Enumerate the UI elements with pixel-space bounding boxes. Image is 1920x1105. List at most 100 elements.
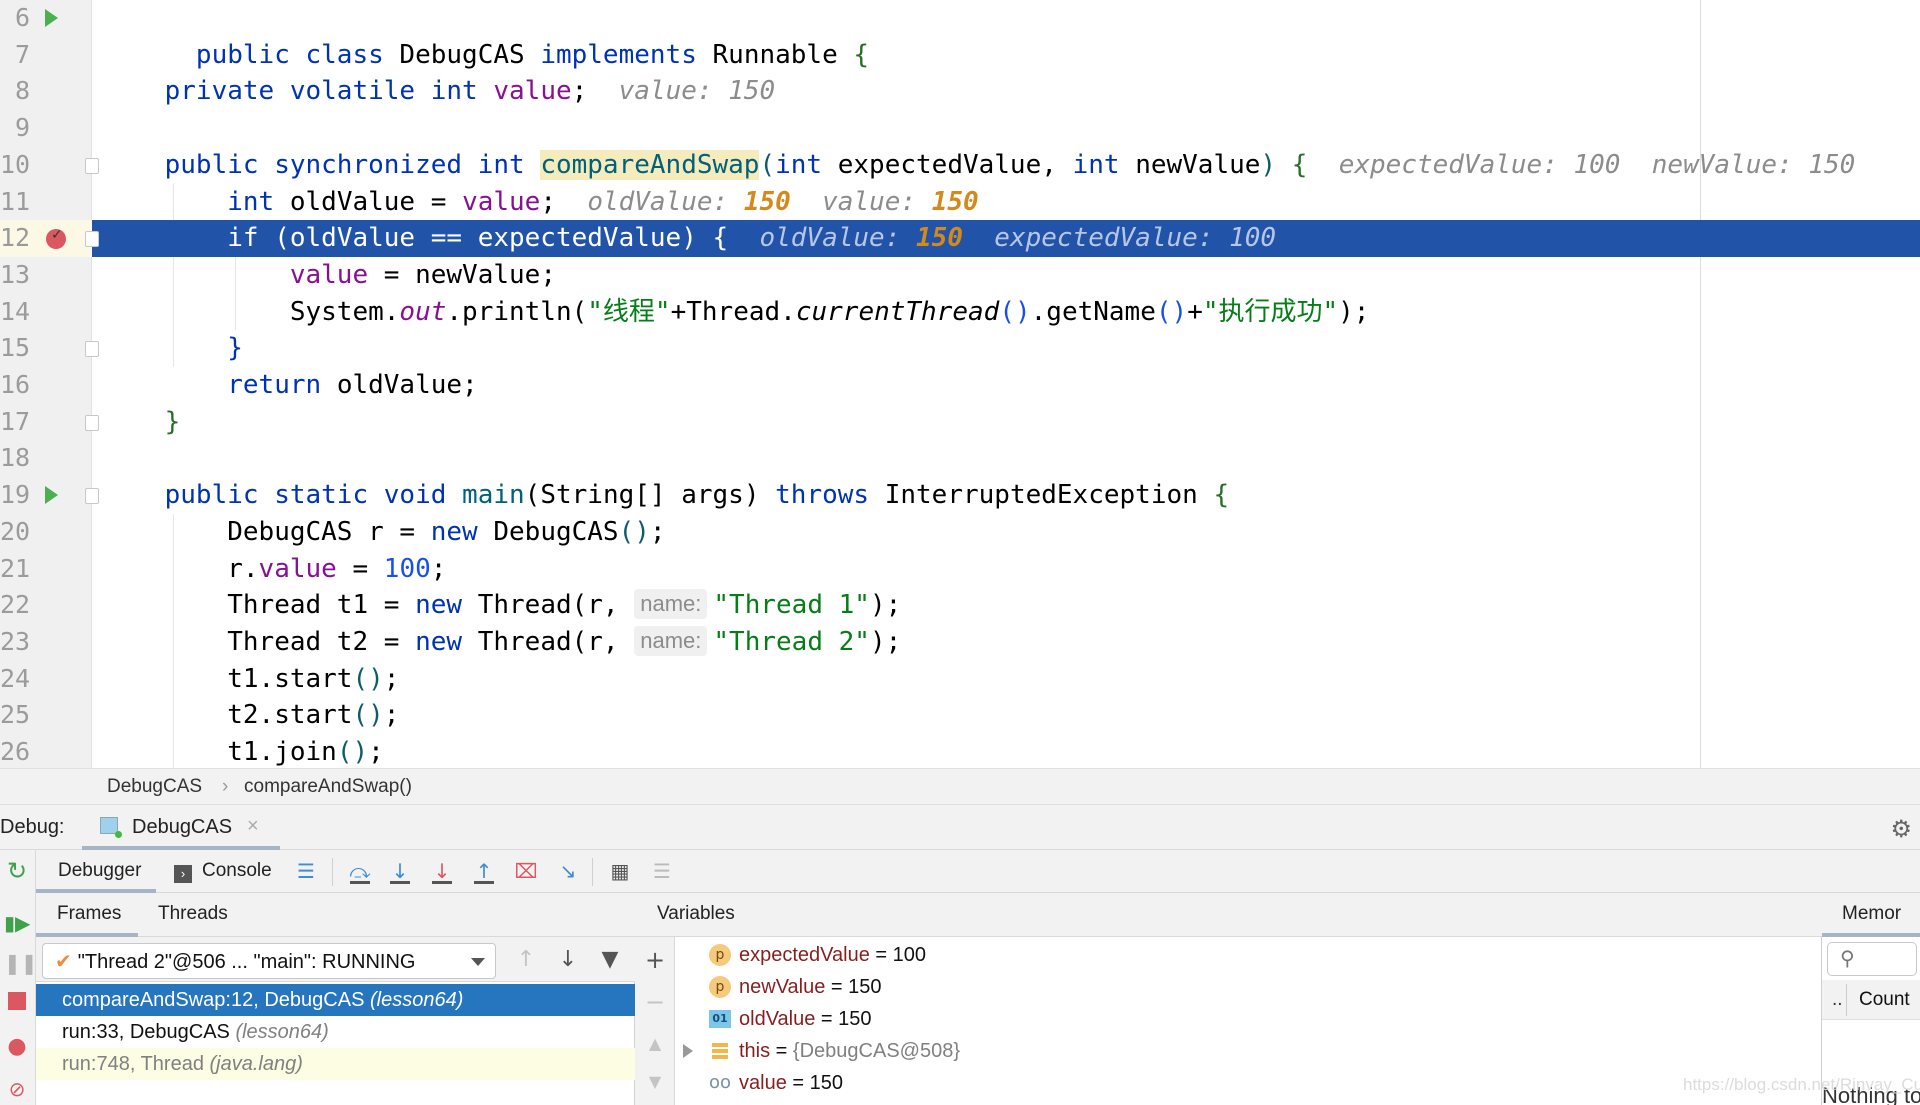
current-execution-line[interactable]: 12 if (oldValue == expectedValue) { oldV… (0, 217, 1920, 257)
tab-threads[interactable]: Threads (158, 893, 228, 937)
inline-debug-value-number: 150 (916, 223, 963, 254)
code-line[interactable]: 19 public static void main(String[] args… (0, 477, 1920, 514)
rerun-icon[interactable]: ↻ (4, 858, 30, 884)
move-down-icon[interactable]: ▼ (642, 1069, 668, 1095)
add-watch-icon[interactable]: + (642, 947, 668, 973)
move-up-icon[interactable]: ▲ (642, 1031, 668, 1057)
evaluate-expression-icon[interactable]: ▦ (606, 858, 634, 886)
code-line[interactable]: 16 return oldValue; (0, 367, 1920, 404)
run-to-cursor-icon[interactable]: ↘ (554, 858, 582, 886)
inline-debug-value-number: 150 (728, 76, 776, 107)
memory-class-column[interactable]: .. (1832, 980, 1843, 1020)
step-over-icon[interactable]: ⤼ (346, 858, 374, 886)
brace: { (1291, 149, 1308, 180)
inline-debug-value: expectedValue: 100 (1338, 149, 1621, 180)
frame-row[interactable]: run:748, Thread (java.lang) (36, 1048, 635, 1080)
tab-debugger[interactable]: Debugger (36, 850, 156, 893)
code-line[interactable]: 25 t2.start(); (0, 697, 1920, 734)
debug-session-label: DebugCAS (132, 816, 233, 838)
code-token: Thread t2 = (227, 626, 400, 657)
frame-row[interactable]: compareAndSwap:12, DebugCAS (lesson64) (36, 984, 635, 1016)
code-line[interactable]: 6 public class DebugCAS implements Runna… (0, 0, 1920, 70)
code-line[interactable]: 14 System.out.println("线程"+Thread.curren… (0, 294, 1920, 331)
run-gutter-icon[interactable] (45, 9, 58, 27)
code-line[interactable]: 21 r.value = 100; (0, 551, 1920, 588)
next-frame-icon[interactable]: ↓ (554, 945, 582, 975)
run-config-icon (100, 817, 122, 838)
line-number: 12 (0, 220, 40, 257)
frame-method: run:748, Thread (62, 1053, 204, 1075)
code-line[interactable]: 23 Thread t2 = new Thread(r, name: "Threa… (0, 624, 1920, 661)
force-step-into-icon[interactable]: ↓ (428, 858, 456, 886)
tab-threads-label: Threads (158, 903, 228, 924)
code-line[interactable]: 20 DebugCAS r = new DebugCAS(); (0, 514, 1920, 551)
breadcrumb-item-class[interactable]: DebugCAS (107, 769, 202, 805)
breadcrumb-item-method[interactable]: compareAndSwap() (244, 769, 412, 805)
step-into-icon[interactable]: ↓ (386, 858, 414, 886)
paren: () (336, 737, 369, 767)
line-number: 22 (0, 590, 31, 620)
watermark: https://blog.csdn.net/Rinvay_Cui (1683, 1075, 1920, 1094)
view-breakpoints-icon[interactable]: ● (4, 1034, 30, 1060)
filter-icon[interactable]: ▼ (596, 945, 624, 975)
expand-arrow-icon[interactable] (683, 1044, 693, 1058)
thread-selector-dropdown[interactable]: ✔ "Thread 2"@506 ... "main": RUNNING (42, 943, 496, 979)
column-divider[interactable] (1846, 984, 1847, 1016)
debug-session-tab[interactable]: DebugCAS × (82, 805, 280, 850)
code-line[interactable]: 26 t1.join(); (0, 734, 1920, 768)
semicolon: ; (430, 553, 447, 584)
resume-icon[interactable]: ▮▶ (4, 910, 30, 936)
inline-debug-value: oldValue: (587, 186, 729, 217)
code-editor[interactable]: 6 public class DebugCAS implements Runna… (0, 0, 1920, 768)
code-line[interactable]: 13 value = newValue; (0, 257, 1920, 294)
code-token: DebugCAS r = (227, 516, 416, 547)
inline-debug-value-number: 150 (931, 186, 979, 217)
code-line[interactable]: 8 private volatile int value; value: 150 (0, 73, 1920, 110)
tab-console[interactable]: › Console (174, 850, 272, 893)
code-line[interactable]: 11 int oldValue = value; oldValue: 150 v… (0, 184, 1920, 221)
tab-memory[interactable]: Memor (1822, 893, 1920, 937)
paren: ( (759, 149, 776, 180)
frame-row[interactable]: run:33, DebugCAS (lesson64) (36, 1016, 635, 1048)
step-out-icon[interactable]: ↑ (470, 858, 498, 886)
code-line[interactable]: 9 (0, 110, 1920, 147)
method-name: main (462, 480, 525, 511)
tab-frames[interactable]: Frames (36, 893, 138, 937)
code-line[interactable]: 18 (0, 440, 1920, 477)
code-line[interactable]: 15 } (0, 330, 1920, 367)
close-icon[interactable]: × (247, 815, 259, 838)
chevron-down-icon (471, 958, 485, 966)
pause-icon[interactable]: ❚❚ (4, 950, 38, 976)
trace-stream-icon[interactable]: ☰ (648, 858, 676, 886)
drop-frame-icon[interactable]: ⌧ (512, 858, 540, 886)
layout-icon[interactable]: ☰ (292, 858, 320, 886)
mute-breakpoints-icon[interactable]: ⊘ (4, 1076, 30, 1102)
search-icon: ⚲ (1840, 946, 1855, 970)
line-number: 11 (0, 186, 31, 216)
code-token: Thread t1 = (227, 590, 400, 621)
line-number: 26 (0, 737, 31, 766)
fold-icon[interactable] (85, 341, 99, 358)
code-line[interactable]: 24 t1.start(); (0, 661, 1920, 698)
fold-icon[interactable] (85, 414, 99, 431)
code-line[interactable]: 7 (0, 37, 1920, 74)
code-line[interactable]: 22 Thread t1 = new Thread(r, name: "Threa… (0, 587, 1920, 624)
static-field: out (399, 296, 447, 327)
run-gutter-icon[interactable] (45, 486, 58, 505)
tab-debugger-label: Debugger (58, 860, 142, 881)
code-line[interactable]: 17 } (0, 404, 1920, 441)
stop-icon[interactable] (4, 990, 30, 1016)
code-line[interactable]: 10 public synchronized int compareAndSwa… (0, 147, 1920, 184)
code-token: +Thread. (670, 296, 796, 327)
gear-icon[interactable]: ⚙ (1890, 815, 1912, 843)
line-number: 10 (0, 149, 31, 179)
fold-icon[interactable] (85, 157, 99, 174)
fold-icon[interactable] (85, 488, 99, 505)
fold-icon[interactable] (85, 231, 99, 248)
previous-frame-icon[interactable]: ↑ (512, 945, 540, 975)
remove-watch-icon[interactable]: − (642, 989, 668, 1015)
memory-count-column[interactable]: Count (1859, 980, 1910, 1020)
memory-search-input[interactable]: ⚲ (1827, 942, 1917, 976)
equals: = (825, 976, 849, 998)
semicolon: ; (649, 516, 666, 547)
